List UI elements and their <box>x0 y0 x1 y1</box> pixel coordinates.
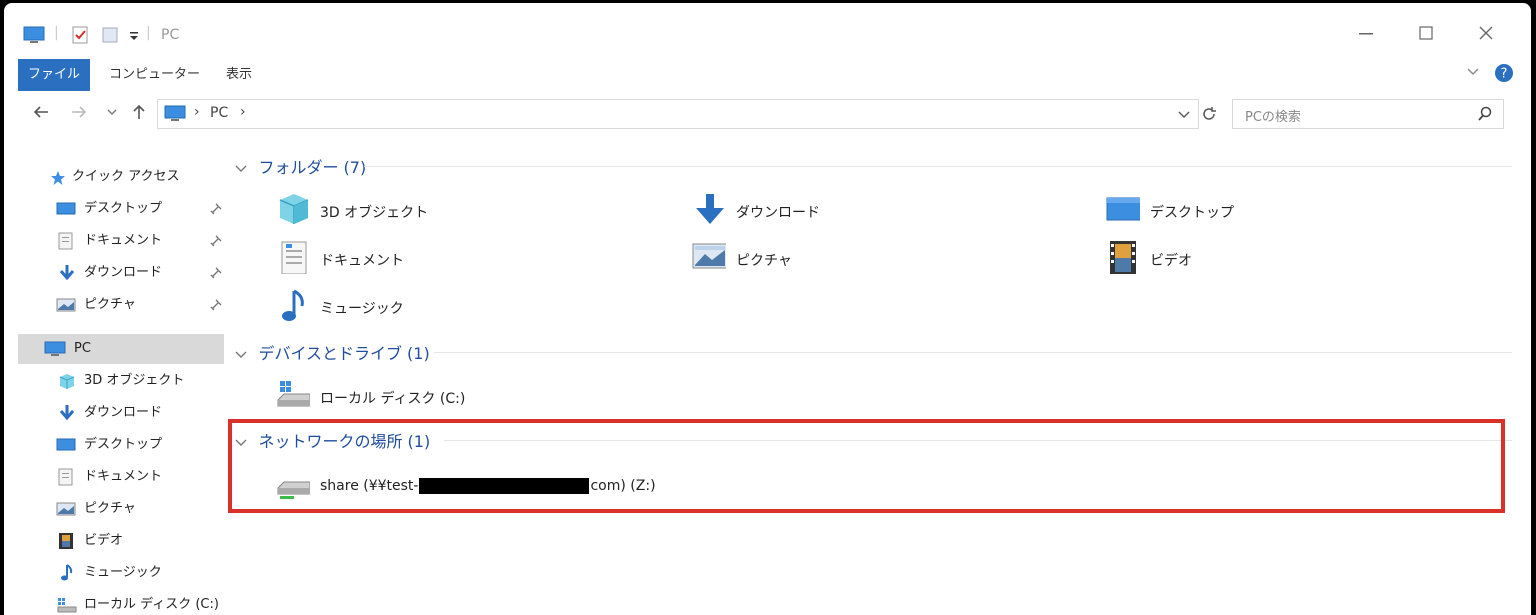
pc-icon <box>44 341 66 356</box>
sidebar-item-label: ビデオ <box>84 533 124 548</box>
breadcrumb-separator: › <box>194 104 200 120</box>
pictures-icon <box>56 298 76 312</box>
breadcrumb-pc[interactable]: PC <box>210 105 228 121</box>
video-icon <box>59 533 73 549</box>
download-icon <box>696 194 724 224</box>
tab-file[interactable]: ファイル <box>18 59 90 91</box>
minimize-button[interactable] <box>1358 23 1374 43</box>
back-arrow-icon[interactable] <box>32 103 50 121</box>
section-divider <box>364 166 1512 167</box>
folder-label: ダウンロード <box>736 205 820 221</box>
svg-text:?: ? <box>1501 67 1508 82</box>
maximize-button[interactable] <box>1418 23 1434 43</box>
navigation-pane: クイック アクセス デスクトップ ドキュメント ダウンロード ピクチャ PC 3… <box>4 148 226 615</box>
forward-arrow-icon[interactable] <box>70 103 88 121</box>
sidebar-item-label: デスクトップ <box>84 437 163 452</box>
section-folders-header[interactable]: フォルダー (7) <box>234 154 1512 178</box>
desktop-icon <box>56 202 76 215</box>
folder-label: ピクチャ <box>736 253 792 269</box>
music-icon <box>282 289 304 321</box>
tab-computer[interactable]: コンピューター <box>109 59 200 91</box>
section-title: フォルダー (7) <box>258 158 367 177</box>
qa-separator: | <box>146 25 151 41</box>
sidebar-item-label: PC <box>74 341 91 356</box>
document-icon <box>281 241 307 274</box>
folder-desktop[interactable]: デスクトップ <box>1106 192 1406 228</box>
local-disk-icon <box>277 381 310 407</box>
star-icon <box>51 171 65 185</box>
folder-pictures[interactable]: ピクチャ <box>692 240 992 276</box>
sidebar-item-label: ミュージック <box>84 565 162 580</box>
sidebar-item-label: ダウンロード <box>84 265 163 280</box>
expand-ribbon-icon[interactable] <box>1466 65 1480 79</box>
local-disk-icon <box>57 598 77 613</box>
folder-label: 3D オブジェクト <box>320 205 429 221</box>
sidebar-item-label: ピクチャ <box>84 297 136 312</box>
pc-icon <box>164 104 186 124</box>
3d-objects-icon <box>59 374 75 389</box>
up-arrow-icon[interactable] <box>130 103 148 121</box>
document-icon <box>58 468 73 486</box>
search-input[interactable]: PCの検索 <box>1232 99 1504 129</box>
folder-label: ドキュメント <box>320 253 404 269</box>
section-divider <box>434 352 1512 353</box>
refresh-icon[interactable] <box>1200 105 1218 123</box>
folder-videos[interactable]: ビデオ <box>1106 240 1406 276</box>
3d-objects-icon <box>279 194 309 224</box>
folder-label: ミュージック <box>320 301 404 317</box>
search-placeholder: PCの検索 <box>1245 110 1301 125</box>
sidebar-item-label: ダウンロード <box>84 405 163 420</box>
folder-documents[interactable]: ドキュメント <box>276 240 576 276</box>
breadcrumb-separator[interactable]: › <box>240 104 246 120</box>
properties-icon[interactable] <box>70 25 90 45</box>
sidebar-quick-access-label: クイック アクセス <box>72 169 180 184</box>
chevron-down-icon[interactable] <box>234 161 252 177</box>
pin-icon <box>210 299 222 311</box>
content-pane: フォルダー (7) 3D オブジェクト ダウンロード デスクトップ ドキュメント… <box>234 148 1524 615</box>
new-folder-icon[interactable] <box>100 25 120 45</box>
highlight-annotation-box <box>228 419 1505 513</box>
address-dropdown-icon[interactable] <box>1178 108 1190 120</box>
chevron-down-icon[interactable] <box>234 347 252 363</box>
sidebar-item-label: ローカル ディスク (C:) <box>84 597 219 612</box>
video-icon <box>1110 241 1136 274</box>
document-icon <box>58 232 73 250</box>
search-icon[interactable] <box>1477 106 1493 122</box>
section-title: デバイスとドライブ (1) <box>258 344 430 363</box>
folder-label: ビデオ <box>1150 253 1192 269</box>
sidebar-item-label: 3D オブジェクト <box>84 373 185 388</box>
download-icon <box>59 405 75 421</box>
sidebar-item-label: ピクチャ <box>84 501 136 516</box>
pin-icon <box>210 267 222 279</box>
desktop-icon <box>56 438 76 451</box>
music-icon <box>61 564 73 581</box>
folder-downloads[interactable]: ダウンロード <box>692 192 992 228</box>
sidebar-item-label: ドキュメント <box>84 233 163 248</box>
folder-label: デスクトップ <box>1150 205 1234 221</box>
qa-separator: | <box>54 25 59 41</box>
customize-quick-access-icon[interactable] <box>128 25 140 45</box>
folder-3d-objects[interactable]: 3D オブジェクト <box>276 192 576 228</box>
section-devices-header[interactable]: デバイスとドライブ (1) <box>234 340 1512 364</box>
address-bar[interactable]: › PC › <box>157 99 1199 129</box>
pin-icon <box>210 235 222 247</box>
drive-local-disk-c[interactable]: ローカル ディスク (C:) <box>276 378 676 414</box>
desktop-icon <box>1106 197 1140 221</box>
window-title: PC <box>161 27 180 43</box>
sidebar-item-label: ドキュメント <box>84 469 163 484</box>
drive-label: ローカル ディスク (C:) <box>320 391 466 407</box>
pin-icon <box>210 203 222 215</box>
pictures-icon <box>692 243 726 269</box>
recent-locations-chevron-icon[interactable] <box>106 103 118 121</box>
pc-icon <box>22 25 46 45</box>
folder-music[interactable]: ミュージック <box>276 288 576 324</box>
tab-view[interactable]: 表示 <box>226 59 252 91</box>
title-bar: | | PC <box>4 3 1531 55</box>
close-button[interactable] <box>1478 23 1494 43</box>
download-icon <box>59 265 75 281</box>
explorer-window: | | PC ファイル コンピューター 表示 ? › PC › PCの検索 クイ… <box>4 3 1531 615</box>
help-icon[interactable]: ? <box>1494 63 1514 83</box>
pictures-icon <box>56 502 76 516</box>
sidebar-item-label: デスクトップ <box>84 201 163 216</box>
